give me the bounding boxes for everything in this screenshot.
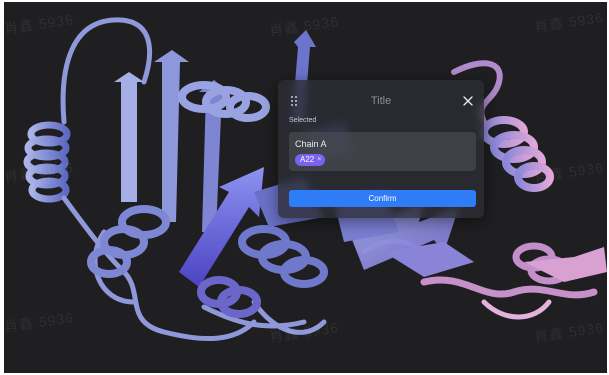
left-helix [23, 121, 71, 203]
tag-remove-icon[interactable]: × [317, 154, 321, 166]
molecule-viewport[interactable]: 肖鑫 5936 肖鑫 5936 肖鑫 5936 肖鑫 5936 肖鑫 5936 … [4, 2, 607, 373]
chain-selection-box: Chain A A22 × [289, 132, 476, 171]
confirm-button[interactable]: Confirm [289, 190, 476, 207]
dialog-title: Title [370, 95, 392, 107]
residue-tag-label: A22 [300, 155, 315, 164]
chain-selection-dialog: Title Selected Chain A A22 × Confirm [278, 80, 484, 218]
chain-name: Chain A [295, 139, 327, 149]
residue-tag[interactable]: A22 × [295, 154, 326, 166]
dialog-header[interactable]: Title [278, 80, 484, 114]
close-icon[interactable] [461, 94, 475, 108]
selected-label: Selected [289, 117, 317, 124]
